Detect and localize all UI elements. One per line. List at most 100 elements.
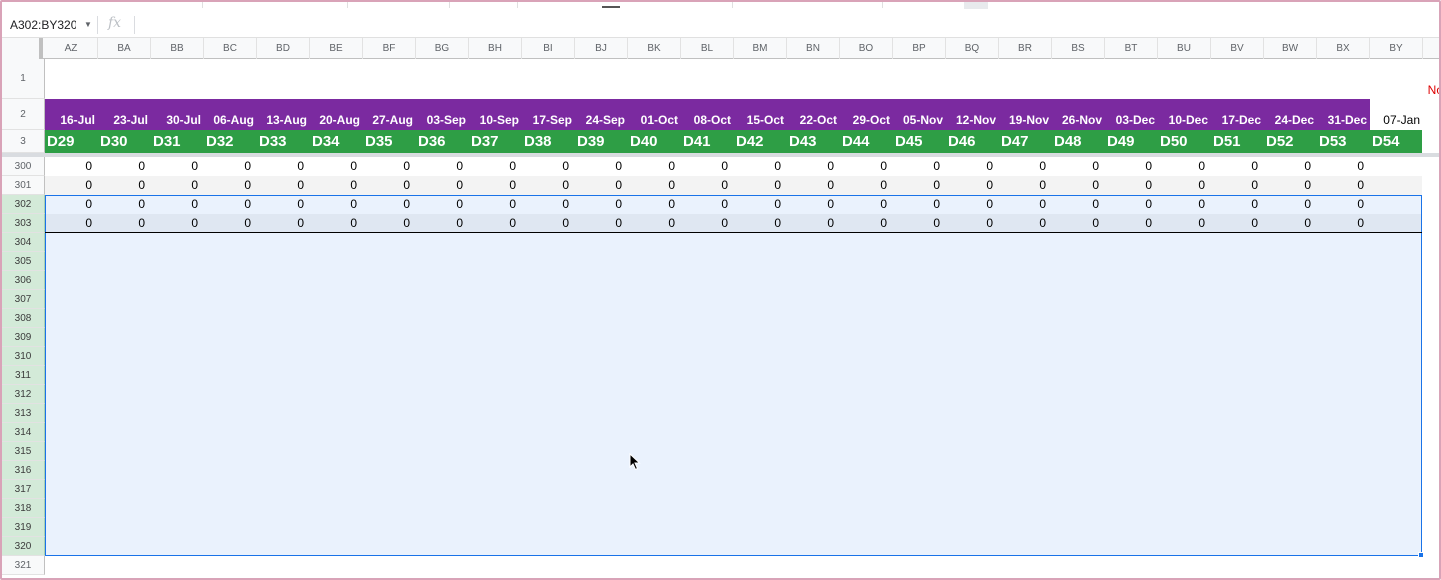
data-cell[interactable]: 0 xyxy=(1052,195,1105,214)
row-header[interactable]: 314 xyxy=(2,423,45,442)
day-label-cell[interactable]: D43 xyxy=(787,130,840,153)
data-cell[interactable]: 0 xyxy=(257,214,310,233)
data-cell[interactable]: 0 xyxy=(681,195,734,214)
data-cell[interactable]: 0 xyxy=(1052,176,1105,195)
data-cell[interactable]: 0 xyxy=(681,157,734,176)
week-date-cell[interactable]: 30-Jul xyxy=(151,99,204,130)
data-cell[interactable]: 0 xyxy=(787,157,840,176)
week-date-cell[interactable]: 10-Sep xyxy=(469,99,522,130)
data-cell[interactable]: 0 xyxy=(787,176,840,195)
data-cell[interactable]: 0 xyxy=(893,157,946,176)
week-date-cell[interactable]: 07-Jan xyxy=(1370,99,1423,130)
data-cell[interactable]: 0 xyxy=(98,195,151,214)
week-date-cell[interactable]: 19-Nov xyxy=(999,99,1052,130)
row-header[interactable]: 305 xyxy=(2,252,45,271)
data-cell[interactable]: 0 xyxy=(999,195,1052,214)
data-cell[interactable]: 0 xyxy=(787,195,840,214)
data-cell[interactable]: 0 xyxy=(310,176,363,195)
row-header[interactable]: 306 xyxy=(2,271,45,290)
column-header[interactable]: BE xyxy=(310,38,363,59)
data-cell[interactable]: 0 xyxy=(363,157,416,176)
row-header[interactable]: 307 xyxy=(2,290,45,309)
column-header[interactable]: BF xyxy=(363,38,416,59)
data-cell[interactable]: 0 xyxy=(522,176,575,195)
data-cell[interactable]: 0 xyxy=(98,214,151,233)
row-header[interactable]: 309 xyxy=(2,328,45,347)
day-label-cell[interactable]: D45 xyxy=(893,130,946,153)
data-cell[interactable]: 0 xyxy=(999,157,1052,176)
column-header[interactable]: BP xyxy=(893,38,946,59)
week-date-cell[interactable]: 26-Nov xyxy=(1052,99,1105,130)
row-header[interactable]: 302 xyxy=(2,195,45,214)
row-header[interactable]: 301 xyxy=(2,176,45,195)
data-cell[interactable]: 0 xyxy=(681,214,734,233)
data-cell[interactable]: 0 xyxy=(787,214,840,233)
row-header[interactable]: 311 xyxy=(2,366,45,385)
row-header[interactable]: 318 xyxy=(2,499,45,518)
day-label-cell[interactable]: D32 xyxy=(204,130,257,153)
week-date-cell[interactable]: 13-Aug xyxy=(257,99,310,130)
select-all-corner[interactable] xyxy=(2,38,43,59)
column-header[interactable]: BU xyxy=(1158,38,1211,59)
data-cell[interactable]: 0 xyxy=(151,157,204,176)
day-label-cell[interactable]: D50 xyxy=(1158,130,1211,153)
week-date-cell[interactable]: 17-Sep xyxy=(522,99,575,130)
data-cell[interactable]: 0 xyxy=(257,195,310,214)
day-label-cell[interactable]: D47 xyxy=(999,130,1052,153)
data-cell[interactable]: 0 xyxy=(734,176,787,195)
data-cell[interactable]: 0 xyxy=(310,157,363,176)
column-header[interactable]: BO xyxy=(840,38,893,59)
formula-input[interactable] xyxy=(142,15,1432,35)
data-cell[interactable]: 0 xyxy=(575,214,628,233)
row-header[interactable]: 303 xyxy=(2,214,45,233)
data-cell[interactable]: 0 xyxy=(363,195,416,214)
data-cell[interactable]: 0 xyxy=(257,157,310,176)
column-header[interactable]: AZ xyxy=(45,38,98,59)
row-header[interactable]: 1 xyxy=(2,59,45,99)
row-header[interactable]: 315 xyxy=(2,442,45,461)
data-cell[interactable]: 0 xyxy=(45,214,98,233)
column-header[interactable]: BV xyxy=(1211,38,1264,59)
data-cell[interactable]: 0 xyxy=(575,157,628,176)
data-cell[interactable]: 0 xyxy=(257,176,310,195)
data-cell[interactable]: 0 xyxy=(575,195,628,214)
row-header[interactable]: 312 xyxy=(2,385,45,404)
data-cell[interactable]: 0 xyxy=(416,214,469,233)
data-cell[interactable]: 0 xyxy=(575,176,628,195)
data-cell[interactable]: 0 xyxy=(840,176,893,195)
day-label-cell[interactable]: D51 xyxy=(1211,130,1264,153)
data-cell[interactable]: 0 xyxy=(522,214,575,233)
data-cell[interactable]: 0 xyxy=(1211,195,1264,214)
day-label-cell[interactable]: D46 xyxy=(946,130,999,153)
data-cell[interactable]: 0 xyxy=(1317,214,1370,233)
day-label-cell[interactable]: D40 xyxy=(628,130,681,153)
column-header[interactable]: BX xyxy=(1317,38,1370,59)
data-cell[interactable]: 0 xyxy=(840,157,893,176)
week-date-cell[interactable]: 05-Nov xyxy=(893,99,946,130)
column-header[interactable]: BQ xyxy=(946,38,999,59)
data-cell[interactable]: 0 xyxy=(98,157,151,176)
column-header[interactable]: BG xyxy=(416,38,469,59)
day-label-cell[interactable]: D44 xyxy=(840,130,893,153)
data-cell[interactable]: 0 xyxy=(628,176,681,195)
column-header[interactable]: BR xyxy=(999,38,1052,59)
data-cell[interactable]: 0 xyxy=(416,176,469,195)
data-cell[interactable]: 0 xyxy=(946,214,999,233)
data-cell[interactable]: 0 xyxy=(1158,214,1211,233)
data-cell[interactable]: 0 xyxy=(734,214,787,233)
row-header[interactable]: 310 xyxy=(2,347,45,366)
column-header[interactable]: BI xyxy=(522,38,575,59)
data-cell[interactable]: 0 xyxy=(999,176,1052,195)
row-header[interactable]: 321 xyxy=(2,556,45,575)
data-cell[interactable]: 0 xyxy=(893,176,946,195)
week-date-cell[interactable]: 27-Aug xyxy=(363,99,416,130)
column-header[interactable]: BS xyxy=(1052,38,1105,59)
data-cell[interactable]: 0 xyxy=(1105,195,1158,214)
data-cell[interactable]: 0 xyxy=(416,157,469,176)
data-cell[interactable]: 0 xyxy=(45,176,98,195)
name-box-dropdown-icon[interactable]: ▼ xyxy=(84,15,92,35)
row-header[interactable]: 308 xyxy=(2,309,45,328)
day-label-cell[interactable]: D30 xyxy=(98,130,151,153)
name-box[interactable]: A302:BY320 ▼ xyxy=(8,15,94,35)
data-cell[interactable]: 0 xyxy=(151,176,204,195)
